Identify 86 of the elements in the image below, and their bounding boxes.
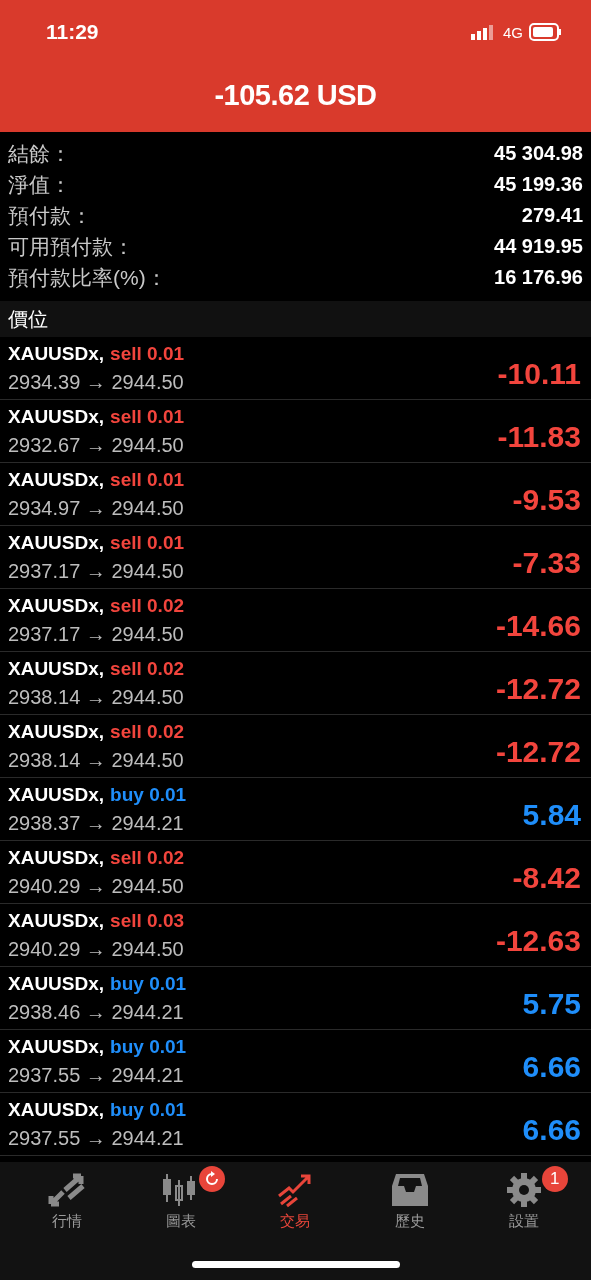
position-profit: -14.66 bbox=[495, 608, 581, 643]
summary-value: 16 176.96 bbox=[494, 266, 583, 289]
price-range: 2932.67 → 2944.50 bbox=[8, 433, 185, 457]
price-range: 2938.46 → 2944.21 bbox=[8, 1000, 185, 1024]
order-type: sell 0.01 bbox=[110, 531, 185, 554]
position-profit: -12.72 bbox=[495, 734, 581, 769]
order-type: sell 0.01 bbox=[110, 468, 185, 491]
position-row[interactable]: XAUUSDx, sell 0.02 2937.17 → 2944.50 -14.66 bbox=[0, 589, 591, 652]
price-range: 2938.37 → 2944.21 bbox=[8, 811, 185, 835]
position-row[interactable]: XAUUSDx, sell 0.02 2938.14 → 2944.50 -12.72 bbox=[0, 652, 591, 715]
position-row[interactable]: XAUUSDx, sell 0.03 2940.29 → 2944.50 -12.63 bbox=[0, 904, 591, 967]
summary-value: 45 199.36 bbox=[494, 173, 583, 196]
position-row[interactable]: XAUUSDx, sell 0.01 2934.39 → 2944.50 -10.11 bbox=[0, 337, 591, 400]
price-range: 2940.29 → 2944.50 bbox=[8, 937, 185, 961]
position-profit: -12.72 bbox=[495, 671, 581, 706]
symbol-text: XAUUSDx, bbox=[8, 846, 105, 869]
symbol-text: XAUUSDx, bbox=[8, 594, 105, 617]
summary-value: 44 919.95 bbox=[494, 235, 583, 258]
order-type: sell 0.02 bbox=[110, 720, 185, 743]
summary-label: 預付款比率(%)： bbox=[8, 264, 167, 291]
order-type: sell 0.02 bbox=[110, 846, 185, 869]
price-range: 2934.97 → 2944.50 bbox=[8, 496, 185, 520]
notification-badge: 1 bbox=[541, 1166, 568, 1192]
position-profit: 5.75 bbox=[522, 986, 581, 1021]
symbol-text: XAUUSDx, bbox=[8, 657, 105, 680]
summary-label: 預付款： bbox=[8, 202, 92, 229]
price-range: 2934.39 → 2944.50 bbox=[8, 370, 185, 394]
section-title: 價位 bbox=[8, 306, 48, 332]
price-range: 2940.29 → 2944.50 bbox=[8, 874, 185, 898]
position-profit: -10.11 bbox=[497, 356, 581, 391]
price-range: 2937.17 → 2944.50 bbox=[8, 622, 185, 646]
summary-label: 結餘： bbox=[8, 140, 71, 167]
position-profit: 5.84 bbox=[522, 797, 581, 832]
symbol-text: XAUUSDx, bbox=[8, 720, 105, 743]
price-range: 2938.14 → 2944.50 bbox=[8, 748, 185, 772]
price-range: 2938.14 → 2944.50 bbox=[8, 685, 185, 709]
position-profit: -7.33 bbox=[512, 545, 581, 580]
position-row[interactable]: XAUUSDx, sell 0.01 2937.17 → 2944.50 -7.33 bbox=[0, 526, 591, 589]
summary-label: 可用預付款： bbox=[8, 233, 134, 260]
position-row[interactable]: XAUUSDx, buy 0.01 2938.37 → 2944.21 5.84 bbox=[0, 778, 591, 841]
tab[interactable]: 行情 bbox=[39, 1168, 96, 1235]
price-range: 2937.55 → 2944.21 bbox=[8, 1126, 185, 1150]
position-profit: -9.53 bbox=[512, 482, 581, 517]
symbol-text: XAUUSDx, bbox=[8, 342, 105, 365]
tab[interactable]: 交易 bbox=[267, 1168, 324, 1235]
position-row[interactable]: XAUUSDx, buy 0.01 2938.46 → 2944.21 5.75 bbox=[0, 967, 591, 1030]
symbol-text: XAUUSDx, bbox=[8, 1098, 105, 1121]
position-row[interactable]: XAUUSDx, sell 0.02 2938.14 → 2944.50 -12.72 bbox=[0, 715, 591, 778]
inbox-icon bbox=[389, 1172, 430, 1208]
order-type: sell 0.01 bbox=[110, 342, 185, 365]
symbol-text: XAUUSDx, bbox=[8, 468, 105, 491]
network-label: 4G bbox=[503, 23, 523, 41]
position-profit: 6.66 bbox=[522, 1049, 581, 1084]
summary-value: 45 304.98 bbox=[494, 142, 583, 165]
symbol-text: XAUUSDx, bbox=[8, 972, 105, 995]
total-profit: -105.62 USD bbox=[214, 78, 377, 112]
order-type: buy 0.01 bbox=[110, 783, 187, 806]
order-type: buy 0.01 bbox=[110, 1035, 187, 1058]
symbol-text: XAUUSDx, bbox=[8, 405, 105, 428]
battery-icon bbox=[529, 23, 563, 41]
symbol-text: XAUUSDx, bbox=[8, 783, 105, 806]
symbol-text: XAUUSDx, bbox=[8, 1035, 105, 1058]
order-type: sell 0.03 bbox=[110, 909, 185, 932]
position-row[interactable]: XAUUSDx, sell 0.02 2940.29 → 2944.50 -8.42 bbox=[0, 841, 591, 904]
order-type: sell 0.02 bbox=[110, 594, 185, 617]
position-profit: -11.83 bbox=[497, 419, 581, 454]
position-profit: 6.66 bbox=[522, 1112, 581, 1147]
summary-value: 279.41 bbox=[521, 204, 583, 227]
tab[interactable]: 圖表 bbox=[153, 1168, 210, 1235]
symbol-text: XAUUSDx, bbox=[8, 909, 105, 932]
position-profit: -12.63 bbox=[495, 923, 581, 958]
position-profit: -8.42 bbox=[512, 860, 581, 895]
order-type: buy 0.01 bbox=[110, 1098, 187, 1121]
price-range: 2937.55 → 2944.21 bbox=[8, 1063, 185, 1087]
position-row[interactable]: XAUUSDx, sell 0.01 2932.67 → 2944.50 -11.83 bbox=[0, 400, 591, 463]
order-type: sell 0.01 bbox=[110, 405, 185, 428]
tab[interactable]: 歷史 bbox=[381, 1168, 438, 1235]
price-range: 2937.17 → 2944.50 bbox=[8, 559, 185, 583]
summary-label: 淨值： bbox=[8, 171, 71, 198]
status-time: 11:29 bbox=[46, 20, 99, 44]
order-type: buy 0.01 bbox=[110, 972, 187, 995]
position-row[interactable]: XAUUSDx, sell 0.01 2934.97 → 2944.50 -9.53 bbox=[0, 463, 591, 526]
position-row[interactable]: XAUUSDx, buy 0.01 2937.55 → 2944.21 6.66 bbox=[0, 1093, 591, 1156]
position-row[interactable]: XAUUSDx, buy 0.01 2937.55 → 2944.21 6.66 bbox=[0, 1030, 591, 1093]
symbol-text: XAUUSDx, bbox=[8, 531, 105, 554]
order-type: sell 0.02 bbox=[110, 657, 185, 680]
